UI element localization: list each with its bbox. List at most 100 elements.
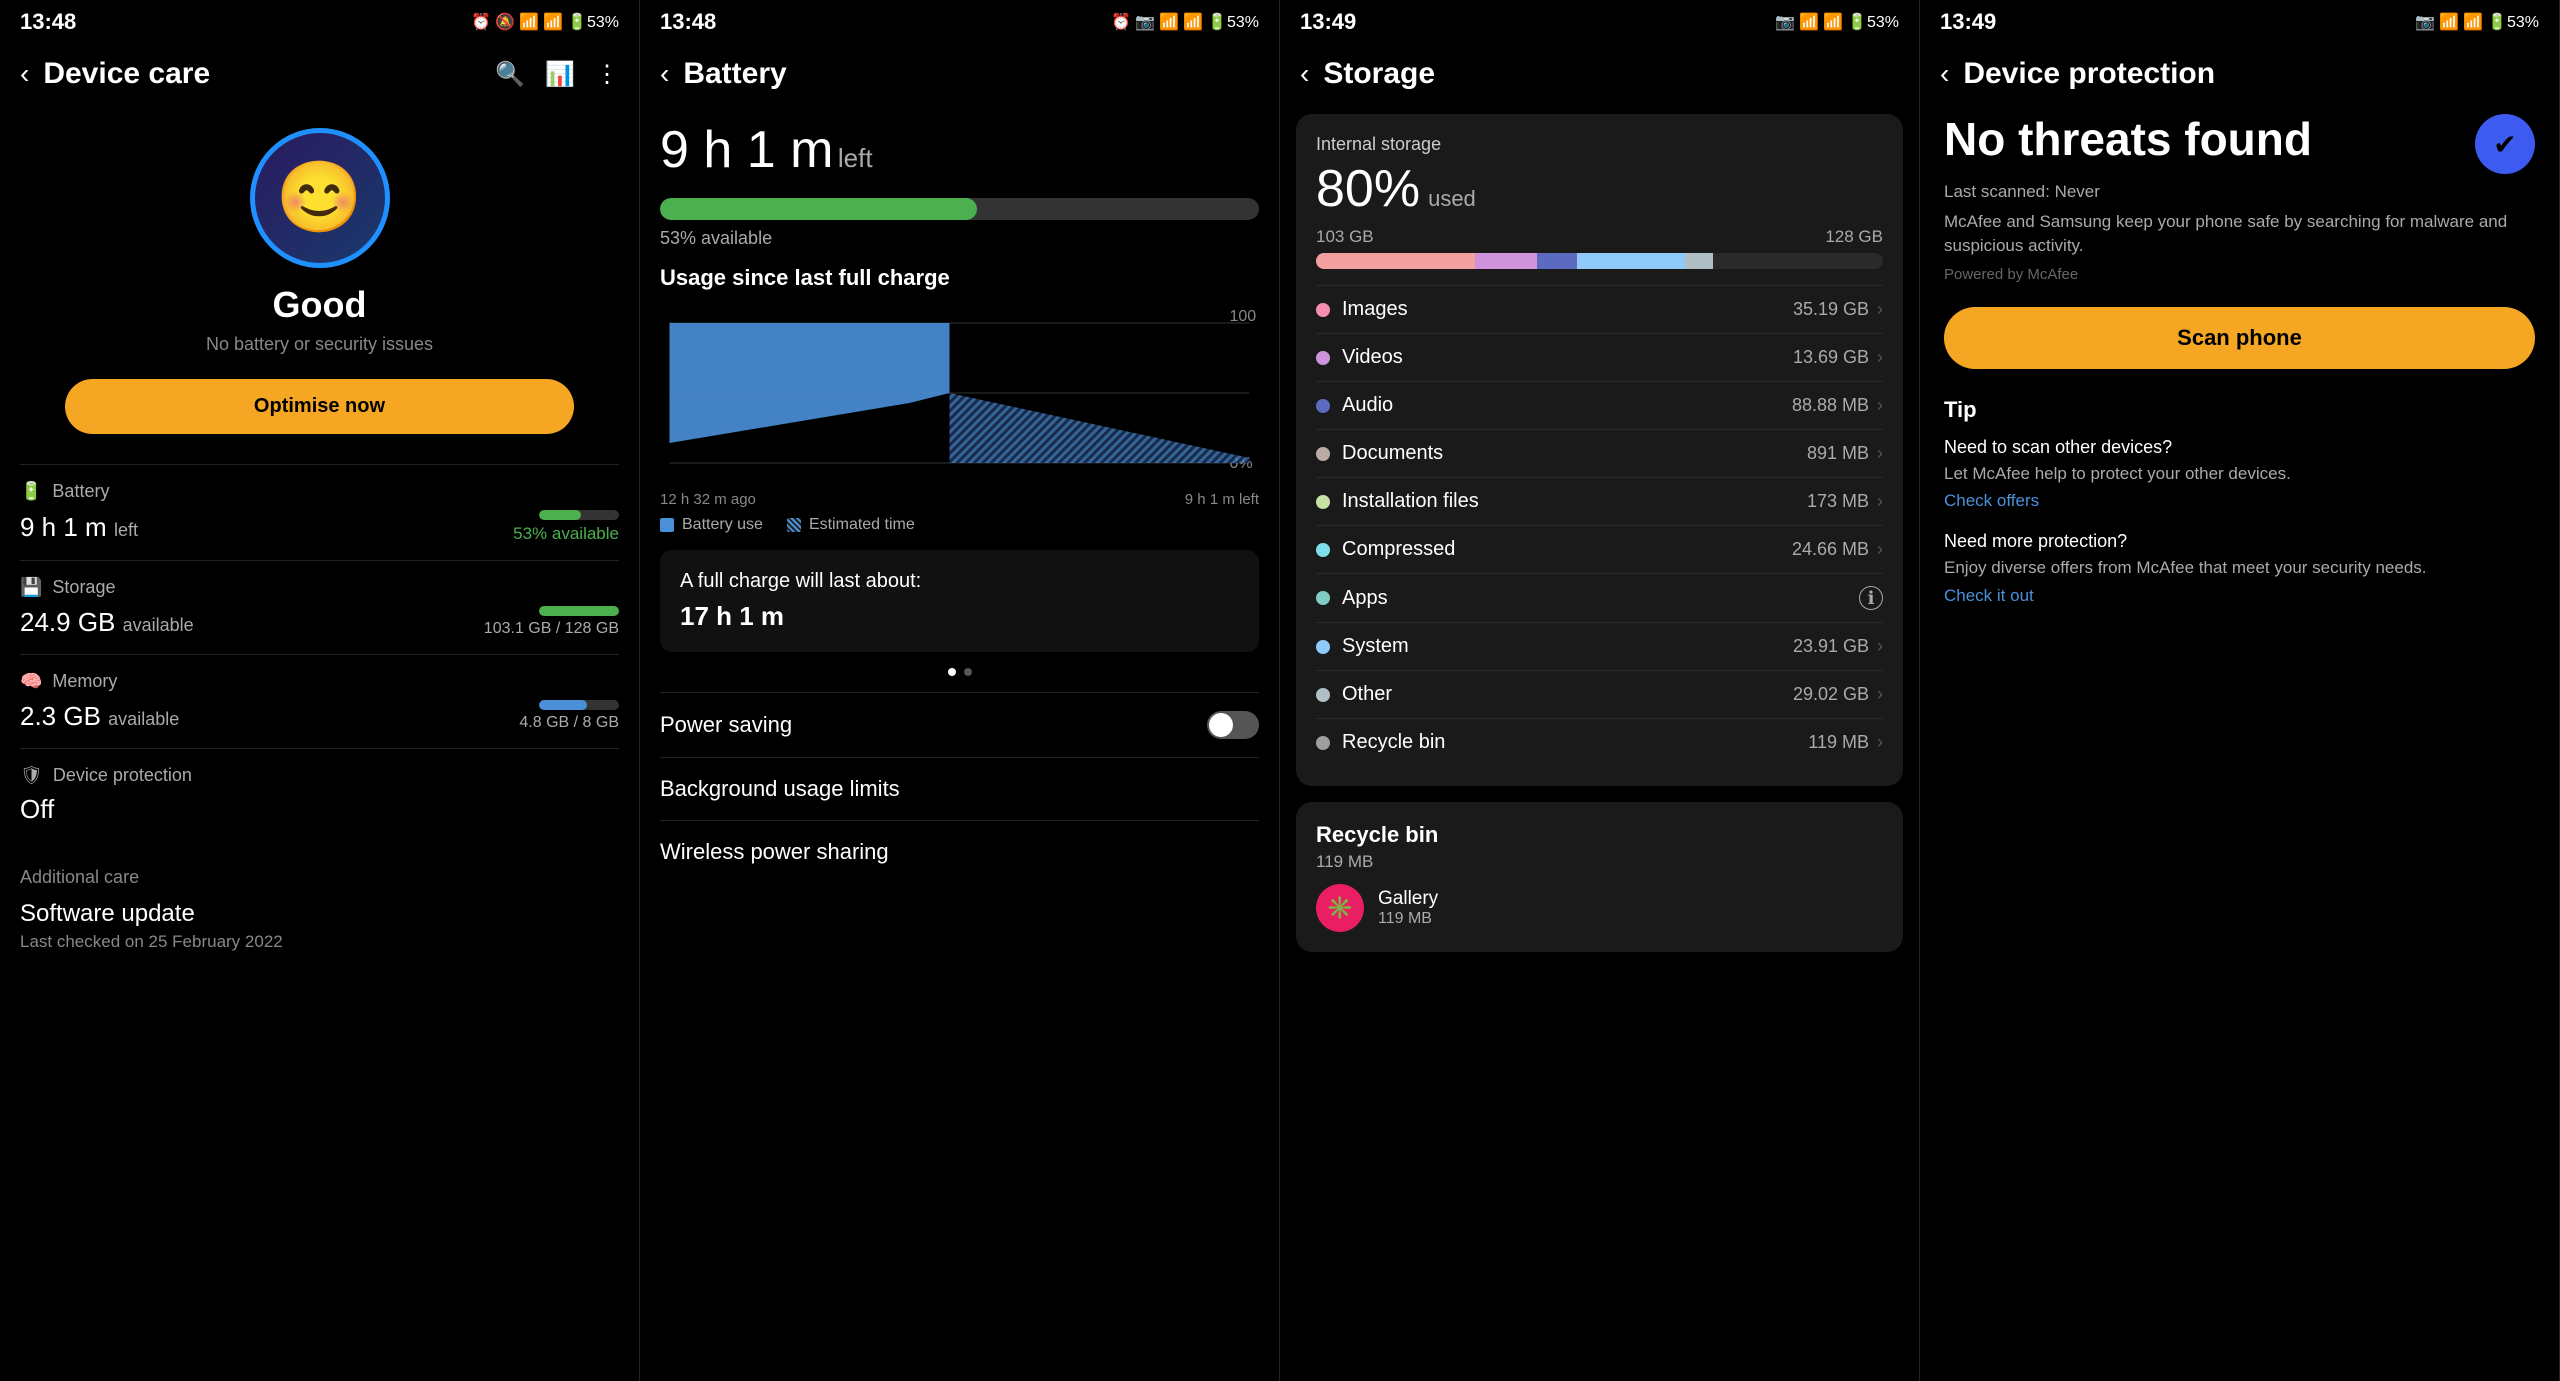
file-item-other[interactable]: Other 29.02 GB › bbox=[1316, 670, 1883, 718]
storage-item-value: 24.9 GB available bbox=[20, 607, 194, 638]
battery-time-big: 9 h 1 m left bbox=[660, 104, 1259, 188]
dot-1 bbox=[948, 668, 956, 676]
battery-icon-4: 🔋53% bbox=[2487, 12, 2539, 32]
battery-icon-3: 🔋53% bbox=[1847, 12, 1899, 32]
check-offers-link[interactable]: Check offers bbox=[1944, 491, 2039, 510]
power-saving-row[interactable]: Power saving bbox=[660, 692, 1259, 757]
panel2-content: 9 h 1 m left 53% available Usage since l… bbox=[640, 104, 1279, 1381]
memory-item-icon: 🧠 bbox=[20, 671, 42, 692]
bg-usage-row[interactable]: Background usage limits bbox=[660, 757, 1259, 820]
power-saving-toggle[interactable] bbox=[1207, 711, 1259, 739]
wireless-row[interactable]: Wireless power sharing bbox=[660, 820, 1259, 883]
chart-icon-1[interactable]: 📊 bbox=[545, 60, 575, 89]
optimise-button[interactable]: Optimise now bbox=[65, 379, 574, 434]
back-button-3[interactable]: ‹ bbox=[1300, 58, 1309, 90]
software-update[interactable]: Software update Last checked on 25 Febru… bbox=[20, 900, 619, 952]
page-title-4: Device protection bbox=[1963, 57, 2539, 91]
top-bar-3: ‹ Storage bbox=[1280, 44, 1919, 104]
file-name-videos: Videos bbox=[1342, 346, 1403, 369]
file-item-images[interactable]: Images 35.19 GB › bbox=[1316, 285, 1883, 333]
status-icons-4: 📷 📶 📶 🔋53% bbox=[2415, 12, 2539, 32]
scan-phone-button[interactable]: Scan phone bbox=[1944, 307, 2535, 369]
more-icon-1[interactable]: ⋮ bbox=[595, 60, 619, 89]
alarm-icon-2: ⏰ bbox=[1111, 12, 1131, 32]
care-item-memory[interactable]: 🧠 Memory 2.3 GB available 4.8 GB / 8 GB bbox=[20, 654, 619, 748]
camera-icon-4: 📷 bbox=[2415, 12, 2435, 32]
dot-apps bbox=[1316, 591, 1330, 605]
alarm-icon: ⏰ bbox=[471, 12, 491, 32]
file-size-recycle: 119 MB bbox=[1808, 732, 1869, 753]
file-left-audio: Audio bbox=[1316, 394, 1393, 417]
smiley-icon: 😊 bbox=[276, 157, 363, 239]
back-button-1[interactable]: ‹ bbox=[20, 58, 29, 90]
chevron-recycle: › bbox=[1877, 732, 1883, 753]
recycle-bin-title: Recycle bin bbox=[1316, 822, 1883, 848]
status-icons-3: 📷 📶 📶 🔋53% bbox=[1775, 12, 1899, 32]
page-title-3: Storage bbox=[1323, 57, 1899, 91]
tip1-answer: Let McAfee help to protect your other de… bbox=[1944, 462, 2535, 486]
file-name-audio: Audio bbox=[1342, 394, 1393, 417]
status-bar-1: 13:48 ⏰ 🔕 📶 📶 🔋53% bbox=[0, 0, 639, 44]
battery-progress-fill bbox=[660, 198, 977, 220]
dot-videos bbox=[1316, 351, 1330, 365]
file-name-system: System bbox=[1342, 635, 1409, 658]
tip2-answer: Enjoy diverse offers from McAfee that me… bbox=[1944, 556, 2535, 580]
panel1-content: 😊 Good No battery or security issues Opt… bbox=[0, 104, 639, 1381]
file-item-compressed[interactable]: Compressed 24.66 MB › bbox=[1316, 525, 1883, 573]
mcafee-desc: McAfee and Samsung keep your phone safe … bbox=[1944, 210, 2535, 258]
care-item-battery[interactable]: 🔋 Battery 9 h 1 m left 53% available bbox=[20, 464, 619, 560]
recycle-bin-card: Recycle bin 119 MB ✳️ Gallery 119 MB bbox=[1296, 802, 1903, 952]
tip1-question: Need to scan other devices? bbox=[1944, 437, 2535, 458]
file-name-other: Other bbox=[1342, 683, 1392, 706]
info-icon-apps[interactable]: ℹ bbox=[1859, 586, 1883, 610]
panel4-content: No threats found ✔ Last scanned: Never M… bbox=[1920, 104, 2559, 1381]
file-item-apps[interactable]: Apps ℹ bbox=[1316, 573, 1883, 622]
dot-other bbox=[1316, 688, 1330, 702]
care-item-device-protection[interactable]: 🛡 Device protection Off bbox=[20, 748, 619, 841]
signal-icon-2: 📶 bbox=[1183, 12, 1203, 32]
dot-compressed bbox=[1316, 543, 1330, 557]
legend-battery-use: Battery use bbox=[660, 516, 763, 534]
chart-label-right: 9 h 1 m left bbox=[1185, 491, 1259, 508]
chevron-images: › bbox=[1877, 299, 1883, 320]
additional-care-label: Additional care bbox=[20, 867, 619, 888]
page-title-1: Device care bbox=[43, 57, 495, 91]
last-scanned: Last scanned: Never bbox=[1944, 182, 2535, 202]
protection-item-icon: 🛡 bbox=[20, 765, 43, 786]
battery-chart-svg: 100 0% bbox=[660, 303, 1259, 483]
file-size-videos: 13.69 GB bbox=[1793, 347, 1869, 368]
panel-battery: 13:48 ⏰ 📷 📶 📶 🔋53% ‹ Battery 9 h 1 m lef… bbox=[640, 0, 1280, 1381]
dot-audio bbox=[1316, 399, 1330, 413]
good-status: Good bbox=[273, 284, 367, 326]
status-icons-1: ⏰ 🔕 📶 📶 🔋53% bbox=[471, 12, 619, 32]
tip-block-1: Need to scan other devices? Let McAfee h… bbox=[1944, 437, 2535, 512]
chevron-documents: › bbox=[1877, 443, 1883, 464]
gallery-item[interactable]: ✳️ Gallery 119 MB bbox=[1316, 884, 1883, 932]
back-button-4[interactable]: ‹ bbox=[1940, 58, 1949, 90]
wifi-icon: 📶 bbox=[519, 12, 539, 32]
wifi-icon-2: 📶 bbox=[1159, 12, 1179, 32]
check-it-out-link[interactable]: Check it out bbox=[1944, 586, 2034, 605]
search-icon-1[interactable]: 🔍 bbox=[495, 60, 525, 89]
good-sub-status: No battery or security issues bbox=[206, 334, 433, 355]
back-button-2[interactable]: ‹ bbox=[660, 58, 669, 90]
care-items-list: 🔋 Battery 9 h 1 m left 53% available bbox=[0, 454, 639, 851]
file-item-system[interactable]: System 23.91 GB › bbox=[1316, 622, 1883, 670]
file-name-apps: Apps bbox=[1342, 587, 1388, 610]
panel-storage: 13:49 📷 📶 📶 🔋53% ‹ Storage Internal stor… bbox=[1280, 0, 1920, 1381]
battery-hours: 9 h 1 m bbox=[660, 121, 833, 179]
chevron-other: › bbox=[1877, 684, 1883, 705]
storage-file-list: Images 35.19 GB › Videos 13.69 GB › bbox=[1316, 285, 1883, 766]
file-left-images: Images bbox=[1316, 298, 1408, 321]
file-item-videos[interactable]: Videos 13.69 GB › bbox=[1316, 333, 1883, 381]
storage-bar-mini bbox=[539, 606, 619, 616]
legend-striped-icon bbox=[787, 518, 801, 532]
file-item-audio[interactable]: Audio 88.88 MB › bbox=[1316, 381, 1883, 429]
care-item-storage[interactable]: 💾 Storage 24.9 GB available 103.1 GB / 1… bbox=[20, 560, 619, 654]
file-item-recycle[interactable]: Recycle bin 119 MB › bbox=[1316, 718, 1883, 766]
wifi-icon-3: 📶 bbox=[1799, 12, 1819, 32]
file-item-documents[interactable]: Documents 891 MB › bbox=[1316, 429, 1883, 477]
file-item-installation[interactable]: Installation files 173 MB › bbox=[1316, 477, 1883, 525]
mute-icon: 🔕 bbox=[495, 12, 515, 32]
software-update-title: Software update bbox=[20, 900, 619, 928]
